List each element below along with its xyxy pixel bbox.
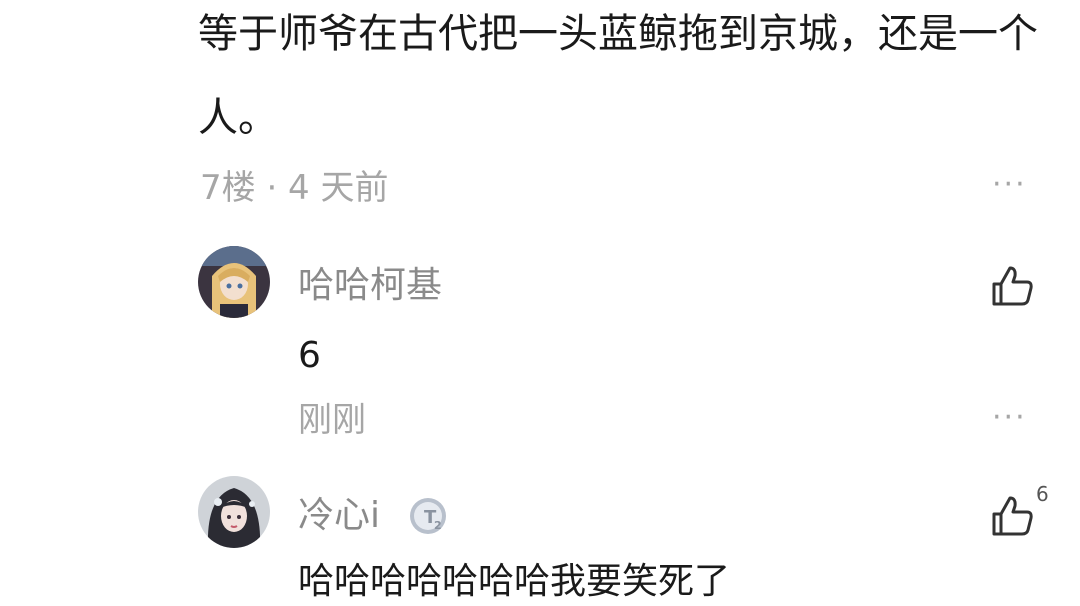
comment-text: 等于师爷在古代把一头蓝鲸拖到京城，还是一个人。 — [198, 11, 1038, 141]
level-badge: T 2 — [408, 496, 448, 540]
avatar-anime-girl-image — [198, 246, 270, 318]
reply-text: 6 — [298, 335, 321, 376]
avatar[interactable] — [198, 476, 270, 548]
reply-text: 哈哈哈哈哈哈哈我要笑死了 — [298, 561, 731, 602]
like-button[interactable] — [988, 492, 1036, 544]
more-dots-icon[interactable]: ··· — [992, 170, 1027, 200]
comment-floor-time: 7楼 · 4 天前 — [200, 168, 389, 208]
badge-level: 2 — [434, 519, 442, 532]
avatar[interactable] — [198, 246, 270, 318]
level-badge-icon: T 2 — [410, 498, 446, 534]
avatar-portrait-image — [198, 476, 270, 548]
thumbs-up-icon — [992, 496, 1033, 536]
reply-username[interactable]: 冷心i — [298, 494, 380, 538]
like-count: 6 — [1036, 482, 1049, 506]
reply-username[interactable]: 哈哈柯基 — [298, 264, 442, 308]
like-button[interactable] — [988, 262, 1036, 314]
reply-time: 刚刚 — [298, 400, 366, 440]
thumbs-up-icon — [992, 266, 1033, 306]
more-dots-icon[interactable]: ··· — [992, 403, 1027, 433]
